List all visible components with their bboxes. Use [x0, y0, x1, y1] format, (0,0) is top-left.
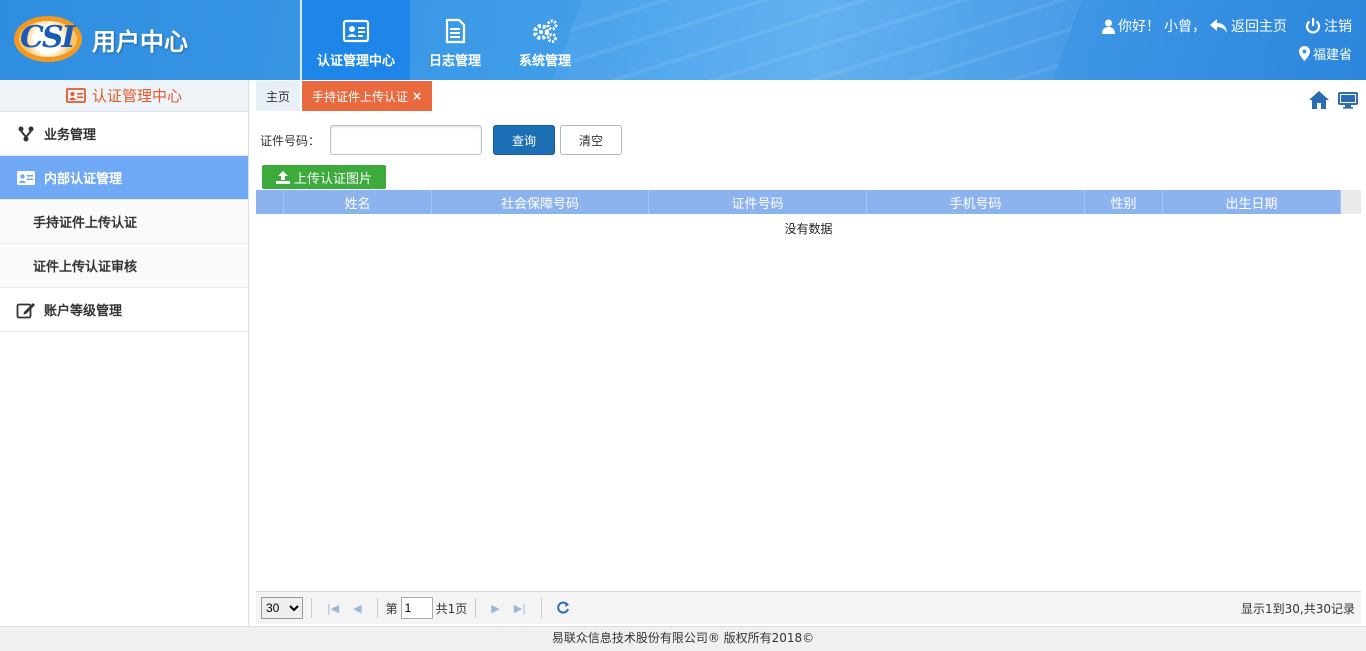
- user-greeting: 你好！: [1102, 16, 1160, 36]
- tab-bar: 主页 手持证件上传认证 ×: [256, 81, 433, 111]
- logo-text: CSI: [20, 20, 76, 55]
- id-number-input[interactable]: [330, 125, 483, 155]
- upload-icon: [275, 170, 290, 184]
- pager-info: 显示1到30,共30记录: [1241, 601, 1355, 616]
- nav-label: 认证管理中心: [316, 54, 395, 69]
- page-number-input[interactable]: [400, 597, 433, 619]
- data-grid: 姓名 社会保障号码 证件号码 手机号码 性别 出生日期 没有数据: [256, 190, 1361, 590]
- back-home-link[interactable]: 返回主页: [1210, 16, 1287, 36]
- tab-home[interactable]: 主页: [256, 81, 301, 111]
- document-icon: [445, 18, 466, 44]
- sidebar-item-upload-review[interactable]: 证件上传认证审核: [0, 244, 248, 288]
- top-nav: 认证管理中心 日志管理 系统管理: [302, 0, 590, 80]
- column-header-checkbox[interactable]: [256, 190, 284, 214]
- clear-button[interactable]: 清空: [560, 125, 623, 155]
- id-card-icon: [17, 170, 35, 185]
- user-icon: [1102, 19, 1115, 34]
- gears-icon: [533, 19, 558, 43]
- power-icon: [1305, 18, 1321, 34]
- first-page-icon[interactable]: |◀: [327, 602, 339, 615]
- header-decoration: [523, 0, 1097, 80]
- sidebar-item-internal-auth[interactable]: 内部认证管理: [0, 156, 248, 200]
- sidebar-item-account-level[interactable]: 账户等级管理: [0, 288, 248, 332]
- reply-icon: [1210, 19, 1227, 33]
- site-title: 用户中心: [92, 26, 188, 56]
- sidebar: 认证管理中心 业务管理 内部认证管理 手持证件上传认证 证件上传认证审核 账户等…: [0, 80, 249, 626]
- grid-header: 姓名 社会保障号码 证件号码 手机号码 性别 出生日期: [256, 190, 1361, 214]
- logo-mark: CSI: [10, 12, 86, 66]
- sidebar-item-business[interactable]: 业务管理: [0, 112, 248, 156]
- location-pin-icon: [1298, 46, 1310, 61]
- region: 福建省: [1102, 44, 1352, 63]
- sidebar-title: 认证管理中心: [0, 80, 248, 112]
- refresh-icon[interactable]: [556, 601, 570, 615]
- user-area: 你好！ 小曾， 返回主页 注销 福建省: [1102, 16, 1352, 63]
- home-icon[interactable]: [1308, 90, 1330, 110]
- logout-link[interactable]: 注销: [1305, 16, 1352, 36]
- nav-label: 系统管理: [518, 54, 571, 69]
- page-size-select[interactable]: 30: [261, 597, 303, 619]
- sidebar-item-handheld-upload[interactable]: 手持证件上传认证: [0, 200, 248, 244]
- next-page-icon[interactable]: ▶: [491, 602, 499, 615]
- column-header-phone[interactable]: 手机号码: [867, 190, 1085, 214]
- grid-scroll-corner: [1341, 190, 1361, 214]
- footer-copyright: 易联众信息技术股份有限公司® 版权所有2018©: [0, 626, 1366, 651]
- edit-icon: [16, 302, 35, 318]
- column-header-birth-date[interactable]: 出生日期: [1163, 190, 1341, 214]
- header: CSI 用户中心 认证管理中心 日志管理 系统管理 你好！ 小曾， 返回主页 注…: [0, 0, 1366, 80]
- last-page-icon[interactable]: ▶|: [514, 602, 526, 615]
- id-number-label: 证件号码：: [260, 133, 321, 148]
- id-card-icon: [342, 19, 370, 43]
- branch-icon: [18, 126, 34, 141]
- upload-auth-image-button[interactable]: 上传认证图片: [262, 165, 386, 189]
- nav-auth-center[interactable]: 认证管理中心: [302, 0, 410, 80]
- column-header-gender[interactable]: 性别: [1085, 190, 1163, 214]
- page-total: 共1页: [435, 601, 468, 616]
- nav-log-management[interactable]: 日志管理: [410, 0, 500, 80]
- column-header-social-security[interactable]: 社会保障号码: [432, 190, 649, 214]
- id-card-icon: [66, 88, 86, 103]
- prev-page-icon[interactable]: ◀: [353, 602, 361, 615]
- empty-message: 没有数据: [784, 222, 833, 236]
- search-form: 证件号码： 查询 清空: [260, 124, 623, 156]
- column-header-id-number[interactable]: 证件号码: [649, 190, 867, 214]
- column-header-name[interactable]: 姓名: [284, 190, 432, 214]
- page-prefix: 第: [385, 601, 398, 616]
- nav-system-management[interactable]: 系统管理: [500, 0, 590, 80]
- tab-tools: [1308, 90, 1358, 110]
- nav-label: 日志管理: [428, 54, 481, 69]
- tab-handheld-upload[interactable]: 手持证件上传认证 ×: [302, 81, 433, 111]
- tab-close-button[interactable]: ×: [412, 89, 422, 103]
- logo: CSI 用户中心: [10, 12, 188, 66]
- query-button[interactable]: 查询: [493, 125, 556, 155]
- pager: 30 |◀ ◀ 第 共1页 ▶ ▶| 显示1到30,共30记录: [256, 591, 1361, 624]
- username: 小曾，: [1164, 19, 1206, 35]
- monitor-icon[interactable]: [1338, 91, 1358, 109]
